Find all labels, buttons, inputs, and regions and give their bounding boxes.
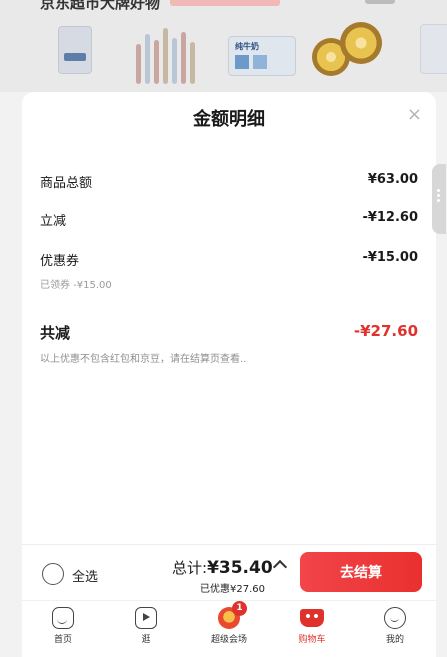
goods-total-label: 商品总额 <box>40 176 93 191</box>
background-title-link <box>365 0 395 4</box>
video-icon <box>135 607 157 629</box>
total-label: 总计: <box>172 559 208 577</box>
total-discount-value: -¥27.60 <box>353 322 418 340</box>
coupon-label: 优惠券 <box>40 254 80 269</box>
side-drawer-handle[interactable] <box>432 164 446 234</box>
total-discount-label: 共减 <box>40 324 71 342</box>
background-header: 京东超市大牌好物 纯牛奶 <box>0 0 447 92</box>
sheet-title: 金额明细 <box>193 109 265 130</box>
tab-home-label: 首页 <box>53 635 72 645</box>
tab-cart-label: 购物车 <box>298 635 326 645</box>
background-product-strip: 纯牛奶 <box>0 14 447 94</box>
cart-icon <box>300 609 324 627</box>
select-all-checkbox[interactable] <box>42 563 64 585</box>
product-image-3: 纯牛奶 <box>228 36 296 76</box>
goods-total-value: ¥63.00 <box>367 172 418 187</box>
checkout-button[interactable]: 去结算 <box>300 552 422 592</box>
chevron-up-icon[interactable] <box>272 559 288 575</box>
select-all-label[interactable]: 全选 <box>72 566 98 585</box>
saved-amount: 已优惠¥27.60 <box>200 584 265 595</box>
tab-profile-label: 我的 <box>385 635 404 645</box>
notification-badge: 1 <box>232 601 247 616</box>
direct-discount-label: 立减 <box>40 214 67 229</box>
tab-super-venue-label: 超级会场 <box>210 635 247 645</box>
amount-detail-sheet: 金额明细 × 商品总额 ¥63.00 立减 -¥12.60 优惠券 -¥15.0… <box>22 92 446 544</box>
tab-browse-label: 逛 <box>141 635 151 645</box>
direct-discount-value: -¥12.60 <box>362 210 418 225</box>
background-title-tag <box>170 0 280 6</box>
tab-profile[interactable]: 我的 <box>354 601 436 657</box>
product-image-5 <box>420 24 447 74</box>
product-image-1 <box>58 26 92 74</box>
discount-note: 以上优惠不包含红包和京豆，请在结算页查看.. <box>40 354 247 365</box>
product-image-2 <box>132 18 198 84</box>
profile-icon <box>384 607 406 629</box>
tab-browse[interactable]: 逛 <box>105 601 187 657</box>
tab-cart[interactable]: 购物车 <box>271 601 353 657</box>
checkout-bar: 全选 总计:¥35.40 已优惠¥27.60 去结算 <box>22 544 436 600</box>
tab-super-venue[interactable]: 1 超级会场 <box>188 601 270 657</box>
total-price[interactable]: 总计:¥35.40 <box>172 557 273 578</box>
tab-home[interactable]: 首页 <box>22 601 104 657</box>
total-value: ¥35.40 <box>207 558 273 578</box>
bottom-tab-bar: 首页 逛 1 超级会场 购物车 我的 <box>22 600 436 657</box>
coupon-value: -¥15.00 <box>362 250 418 265</box>
background-section-title: 京东超市大牌好物 <box>40 0 161 12</box>
home-icon <box>52 607 74 629</box>
product-image-4 <box>312 20 382 80</box>
coupon-note: 已领券 -¥15.00 <box>40 280 112 291</box>
close-icon[interactable]: × <box>407 106 422 124</box>
